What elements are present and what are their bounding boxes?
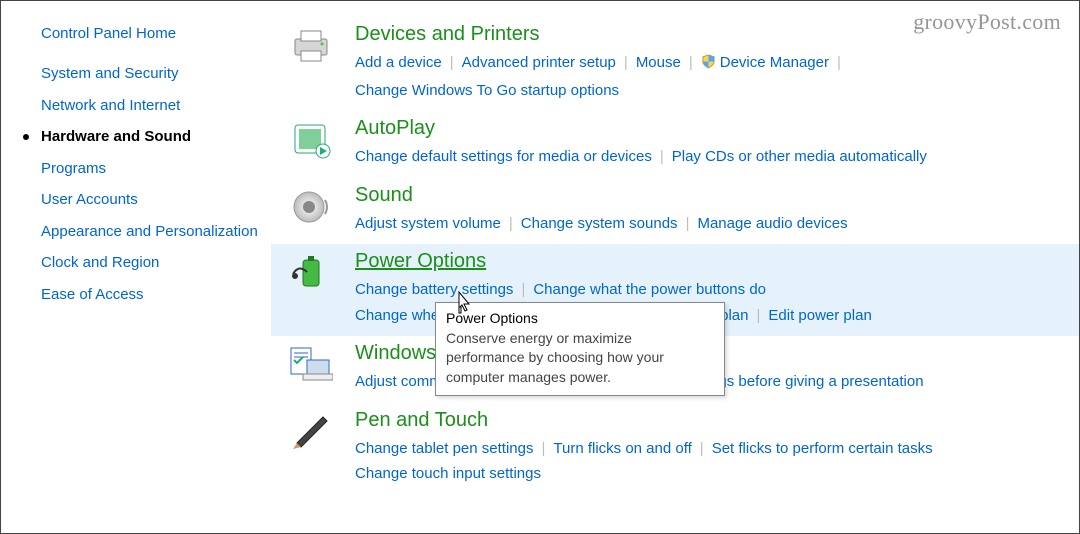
link-change-battery-settings[interactable]: Change battery settings bbox=[355, 281, 513, 298]
link-play-cds-or-other-media-automatically[interactable]: Play CDs or other media automatically bbox=[672, 148, 927, 165]
link-set-flicks-to-perform-certain-tasks[interactable]: Set flicks to perform certain tasks bbox=[712, 440, 933, 457]
link-manage-audio-devices[interactable]: Manage audio devices bbox=[697, 215, 847, 232]
link-adjust-system-volume[interactable]: Adjust system volume bbox=[355, 215, 501, 232]
category-title[interactable]: Pen and Touch bbox=[355, 409, 1071, 432]
printer-icon bbox=[289, 27, 341, 69]
separator: | bbox=[837, 54, 841, 71]
sidebar-item-user-accounts[interactable]: User Accounts bbox=[41, 190, 261, 210]
link-device-manager[interactable]: Device Manager bbox=[701, 54, 829, 71]
separator: | bbox=[756, 307, 760, 324]
sidebar-item-clock-and-region[interactable]: Clock and Region bbox=[41, 253, 261, 273]
link-edit-power-plan[interactable]: Edit power plan bbox=[768, 307, 871, 324]
pointer-cursor-icon bbox=[454, 291, 474, 315]
separator: | bbox=[541, 440, 545, 457]
sidebar-item-network-and-internet[interactable]: Network and Internet bbox=[41, 96, 261, 116]
link-change-what-the-power-buttons-do[interactable]: Change what the power buttons do bbox=[533, 281, 766, 298]
separator: | bbox=[521, 281, 525, 298]
link-change-system-sounds[interactable]: Change system sounds bbox=[521, 215, 678, 232]
category-autoplay: AutoPlay Change default settings for medi… bbox=[271, 111, 1079, 178]
separator: | bbox=[624, 54, 628, 71]
shield-icon bbox=[701, 52, 716, 78]
separator: | bbox=[700, 440, 704, 457]
sidebar-item-programs[interactable]: Programs bbox=[41, 159, 261, 179]
separator: | bbox=[509, 215, 513, 232]
category-links: Add a device | Advanced printer setup | Mous… bbox=[355, 50, 1071, 103]
link-change-windows-to-go-startup-options[interactable]: Change Windows To Go startup options bbox=[355, 82, 619, 99]
category-pen-and-touch: Pen and Touch Change tablet pen settings |… bbox=[271, 403, 1079, 495]
autoplay-icon bbox=[289, 121, 341, 163]
category-title[interactable]: AutoPlay bbox=[355, 117, 1071, 140]
separator: | bbox=[660, 148, 664, 165]
pen-icon bbox=[289, 413, 341, 455]
link-advanced-printer-setup[interactable]: Advanced printer setup bbox=[462, 54, 616, 71]
category-links: Change default settings for media or dev… bbox=[355, 144, 1071, 170]
tooltip: Power Options Conserve energy or maximiz… bbox=[435, 302, 725, 396]
link-change-default-settings-for-media-or-devices[interactable]: Change default settings for media or dev… bbox=[355, 148, 652, 165]
laptop-icon bbox=[289, 346, 341, 388]
sidebar-item-ease-of-access[interactable]: Ease of Access bbox=[41, 285, 261, 305]
sidebar: Control Panel Home System and Security Ne… bbox=[1, 1, 271, 533]
link-turn-flicks-on-and-off[interactable]: Turn flicks on and off bbox=[553, 440, 691, 457]
category-title[interactable]: Sound bbox=[355, 184, 1071, 207]
battery-icon bbox=[289, 254, 341, 296]
category-sound: Sound Adjust system volume | Change system … bbox=[271, 178, 1079, 245]
sidebar-item-system-and-security[interactable]: System and Security bbox=[41, 64, 261, 84]
category-title[interactable]: Devices and Printers bbox=[355, 23, 1071, 46]
main-panel: groovyPost.com Devices and PrintersAdd a… bbox=[271, 1, 1079, 533]
separator: | bbox=[450, 54, 454, 71]
category-links: Change tablet pen settings | Turn flicks o… bbox=[355, 436, 1071, 487]
link-add-a-device[interactable]: Add a device bbox=[355, 54, 442, 71]
category-links: Adjust system volume | Change system sound… bbox=[355, 211, 1071, 237]
control-panel-home-link[interactable]: Control Panel Home bbox=[41, 25, 261, 42]
link-mouse[interactable]: Mouse bbox=[636, 54, 681, 71]
tooltip-title: Power Options bbox=[446, 309, 714, 329]
category-devices-and-printers: Devices and Printers Add a device | Advance… bbox=[271, 17, 1079, 111]
sidebar-item-appearance-and-personalization[interactable]: Appearance and Personalization bbox=[41, 222, 261, 242]
separator: | bbox=[689, 54, 693, 71]
category-title[interactable]: Power Options bbox=[355, 250, 1071, 273]
separator: | bbox=[686, 215, 690, 232]
sidebar-item-hardware-and-sound[interactable]: Hardware and Sound bbox=[41, 127, 261, 147]
tooltip-body: Conserve energy or maximize performance … bbox=[446, 329, 714, 388]
link-change-touch-input-settings[interactable]: Change touch input settings bbox=[355, 465, 541, 482]
link-change-tablet-pen-settings[interactable]: Change tablet pen settings bbox=[355, 440, 533, 457]
speaker-icon bbox=[289, 188, 341, 230]
